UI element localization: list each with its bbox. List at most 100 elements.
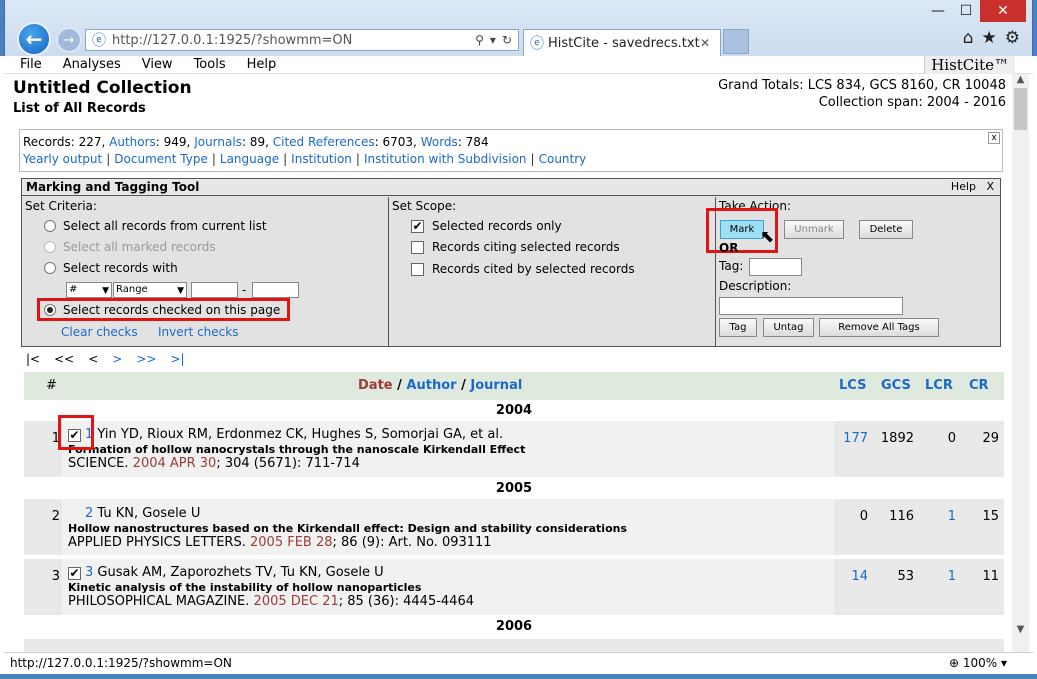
record-lcs[interactable]: 14 <box>824 569 868 584</box>
browser-frame-bottom <box>0 674 1037 679</box>
page-title: Untitled Collection <box>13 78 192 98</box>
or-label: OR <box>719 241 739 255</box>
field-select[interactable]: # <box>66 282 112 298</box>
header-journal-link[interactable]: Journal <box>470 378 522 393</box>
record-date-link[interactable]: 2004 APR 30 <box>133 456 217 471</box>
table-row: 3 ✔ 3 Gusak AM, Zaporozhets TV, Tu KN, Go… <box>24 559 1004 615</box>
menu-analyses[interactable]: Analyses <box>63 57 121 72</box>
menu-file[interactable]: File <box>20 57 42 72</box>
scope-citing-selected[interactable]: Records citing selected records <box>411 240 620 254</box>
record-index-link[interactable]: 3 <box>85 565 93 580</box>
scope-selected-only[interactable]: ✔ Selected records only <box>411 219 562 233</box>
header-lcs[interactable]: LCS <box>839 378 866 393</box>
star-icon[interactable]: ★ <box>982 28 997 48</box>
zoom-level: 100% <box>962 656 998 670</box>
record-gcs: 116 <box>889 509 914 524</box>
tag-input[interactable] <box>749 258 802 276</box>
checkbox-cited-by-selected[interactable] <box>411 262 424 276</box>
range-from-input[interactable] <box>191 282 238 298</box>
scroll-thumb[interactable] <box>1014 88 1027 130</box>
invert-checks-link[interactable]: Invert checks <box>158 325 238 339</box>
journals-link[interactable]: Journals <box>194 135 242 149</box>
tab-close-icon[interactable]: ✕ <box>700 36 714 50</box>
institution-subdivision-link[interactable]: Institution with Subdivision <box>364 152 527 166</box>
vertical-scrollbar[interactable]: ▲ ▼ <box>1012 74 1029 652</box>
range-to-input[interactable] <box>252 282 299 298</box>
header-author-link[interactable]: Author <box>406 378 456 393</box>
record-gcs: 53 <box>897 569 914 584</box>
checkbox-citing-selected[interactable] <box>411 240 424 254</box>
pager-prev-block[interactable]: << <box>54 352 74 366</box>
record-date-link[interactable]: 2005 FEB 28 <box>250 535 333 550</box>
zoom-control[interactable]: ⊕ 100% ▾ <box>949 653 1007 673</box>
checkbox-selected-only[interactable]: ✔ <box>411 219 424 233</box>
pager-prev[interactable]: < <box>88 352 98 366</box>
record-cr: 11 <box>982 569 999 584</box>
header-cr[interactable]: CR <box>969 378 989 393</box>
country-link[interactable]: Country <box>539 152 587 166</box>
scroll-down-icon[interactable]: ▼ <box>1012 624 1029 638</box>
search-icon[interactable]: ⚲ <box>475 33 484 47</box>
status-url: http://127.0.0.1:1925/?showmm=ON <box>10 656 232 670</box>
record-title: Hollow nanostructures based on the Kirke… <box>68 522 628 535</box>
unmark-button[interactable]: Unmark <box>784 220 844 239</box>
radio-records-with[interactable] <box>44 262 56 274</box>
address-text[interactable]: http://127.0.0.1:1925/?showmm=ON <box>112 33 475 48</box>
pager-next[interactable]: > <box>112 352 122 366</box>
record-cr: 15 <box>982 509 999 524</box>
remove-all-tags-button[interactable]: Remove All Tags <box>819 318 939 337</box>
header-slash: / <box>392 378 407 393</box>
authors-link[interactable]: Authors <box>109 135 156 149</box>
range-select[interactable]: Range <box>113 282 187 298</box>
home-icon[interactable]: ⌂ <box>963 28 974 48</box>
criteria-records-with[interactable]: Select records with <box>44 261 178 275</box>
new-tab-button[interactable] <box>723 29 749 54</box>
gear-icon[interactable]: ⚙ <box>1005 28 1020 48</box>
menu-view[interactable]: View <box>142 57 173 72</box>
pager-last[interactable]: >| <box>170 352 184 366</box>
criteria-all-current[interactable]: Select all records from current list <box>44 219 267 233</box>
refresh-icon[interactable]: ↻ <box>502 33 512 47</box>
tag-button[interactable]: Tag <box>719 318 757 337</box>
pager-first[interactable]: |< <box>26 352 40 366</box>
radio-all-current[interactable] <box>44 220 56 232</box>
header-lcr[interactable]: LCR <box>925 378 953 393</box>
words-link[interactable]: Words <box>421 135 458 149</box>
cited-references-link[interactable]: Cited References <box>273 135 375 149</box>
record-checkbox[interactable]: ✔ <box>68 567 81 580</box>
record-lcr[interactable]: 1 <box>912 509 956 524</box>
scope-cited-by-selected[interactable]: Records cited by selected records <box>411 262 635 276</box>
menu-tools[interactable]: Tools <box>194 57 226 72</box>
scope-citing-selected-label: Records citing selected records <box>432 240 620 254</box>
browser-toolbar: — ☐ ✕ ← → ⓔ http://127.0.0.1:1925/?showm… <box>4 0 1033 56</box>
description-input[interactable] <box>719 297 903 315</box>
pager-next-block[interactable]: >> <box>136 352 156 366</box>
record-date-link[interactable]: 2005 DEC 21 <box>254 594 339 609</box>
scroll-up-icon[interactable]: ▲ <box>1012 74 1029 88</box>
tab-histcite[interactable]: ⓔ HistCite - savedrecs.txt ✕ <box>523 29 721 56</box>
maximize-button[interactable]: ☐ <box>952 0 980 22</box>
tool-close-button[interactable]: X <box>986 179 994 195</box>
back-button[interactable]: ← <box>17 22 51 56</box>
delete-button[interactable]: Delete <box>859 220 913 239</box>
close-window-button[interactable]: ✕ <box>980 0 1026 22</box>
institution-link[interactable]: Institution <box>291 152 352 166</box>
record-lcs[interactable]: 177 <box>824 431 868 446</box>
yearly-output-link[interactable]: Yearly output <box>23 152 102 166</box>
clear-checks-link[interactable]: Clear checks <box>61 325 138 339</box>
header-gcs[interactable]: GCS <box>881 378 911 393</box>
address-bar[interactable]: ⓔ http://127.0.0.1:1925/?showmm=ON ⚲ ▾ ↻ <box>85 29 519 51</box>
tool-help-link[interactable]: Help <box>951 179 976 195</box>
dropdown-icon[interactable]: ▾ <box>490 33 496 47</box>
untag-button[interactable]: Untag <box>763 318 814 337</box>
record-lcr[interactable]: 1 <box>912 569 956 584</box>
header-date-link[interactable]: Date <box>358 378 393 393</box>
forward-button[interactable]: → <box>57 28 81 52</box>
minimize-button[interactable]: — <box>924 0 952 22</box>
summary-close-button[interactable]: x <box>988 132 1000 144</box>
menu-help[interactable]: Help <box>247 57 277 72</box>
language-link[interactable]: Language <box>220 152 279 166</box>
range-dash: - <box>242 283 247 297</box>
record-index-link[interactable]: 2 <box>85 506 93 521</box>
document-type-link[interactable]: Document Type <box>114 152 208 166</box>
